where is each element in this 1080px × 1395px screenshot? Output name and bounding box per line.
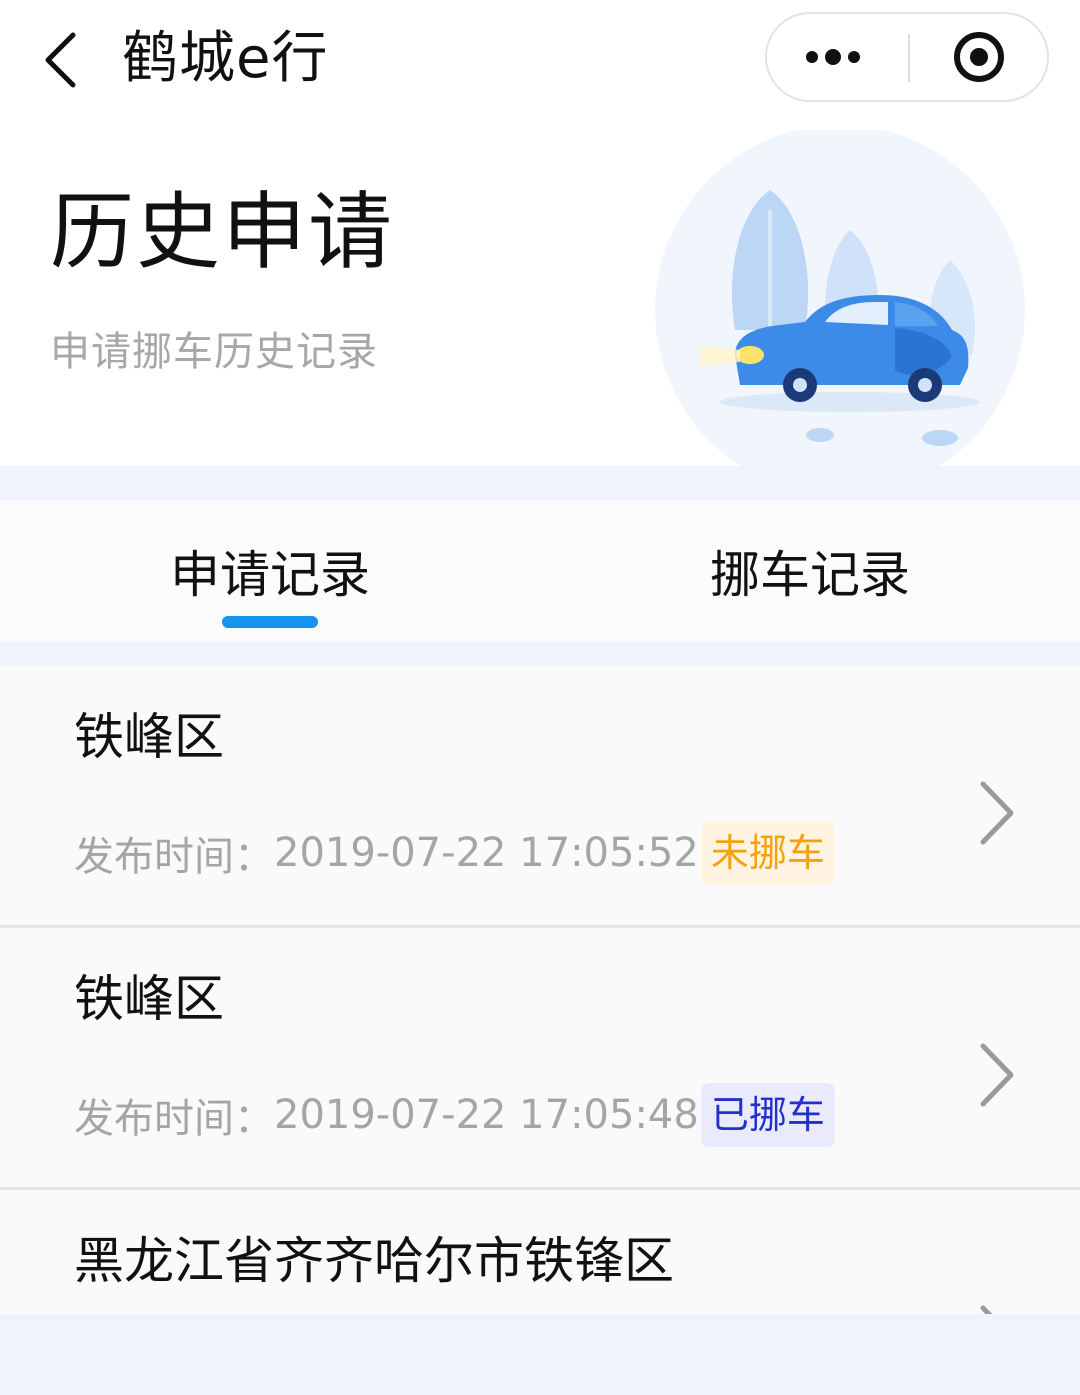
list-item[interactable]: 黑龙江省齐齐哈尔市铁锋区 [0,1190,1080,1314]
list-item[interactable]: 铁峰区 发布时间： 2019-07-22 17:05:48 已挪车 [0,928,1080,1188]
bottom-strip [0,1314,1080,1395]
list-item[interactable]: 铁峰区 发布时间： 2019-07-22 17:05:52 未挪车 [0,666,1080,926]
page-title: 历史申请 [50,183,395,281]
car-illustration [640,125,1040,495]
section-separator [0,466,1080,500]
back-button[interactable] [30,22,90,98]
mini-program-capsule [765,12,1049,102]
more-dots-icon [805,49,860,65]
status-badge: 未挪车 [700,821,835,885]
record-meta: 发布时间： 2019-07-22 17:05:52 未挪车 [74,818,835,888]
close-button[interactable] [910,14,1047,100]
record-location: 黑龙江省齐齐哈尔市铁锋区 [74,1232,674,1290]
record-time: 2019-07-22 17:05:52 [274,830,699,876]
page-subtitle: 申请挪车历史记录 [50,329,378,375]
section-separator [0,642,1080,666]
chevron-right-icon [972,1302,1022,1314]
record-meta: 发布时间： 2019-07-22 17:05:48 已挪车 [74,1080,835,1150]
app-title: 鹤城e行 [122,26,329,91]
chevron-right-icon [972,778,1022,848]
more-button[interactable] [767,14,908,100]
tab-move-records[interactable]: 挪车记录 [540,500,1080,642]
time-label: 发布时间： [74,834,274,880]
active-tab-indicator [222,616,318,628]
records-list: 铁峰区 发布时间： 2019-07-22 17:05:52 未挪车 铁峰区 发布… [0,666,1080,1314]
record-location: 铁峰区 [74,970,224,1028]
chevron-right-icon [972,1040,1022,1110]
chevron-left-icon [45,32,76,88]
time-label: 发布时间： [74,1096,274,1142]
status-badge: 已挪车 [700,1083,835,1147]
record-location: 铁峰区 [74,708,224,766]
nav-bar: 鹤城e行 [0,0,1080,120]
record-time: 2019-07-22 17:05:48 [274,1092,699,1138]
tab-bar: 申请记录 挪车记录 [0,500,1080,642]
target-close-icon [953,32,1004,82]
car-scene-icon [655,125,1025,495]
